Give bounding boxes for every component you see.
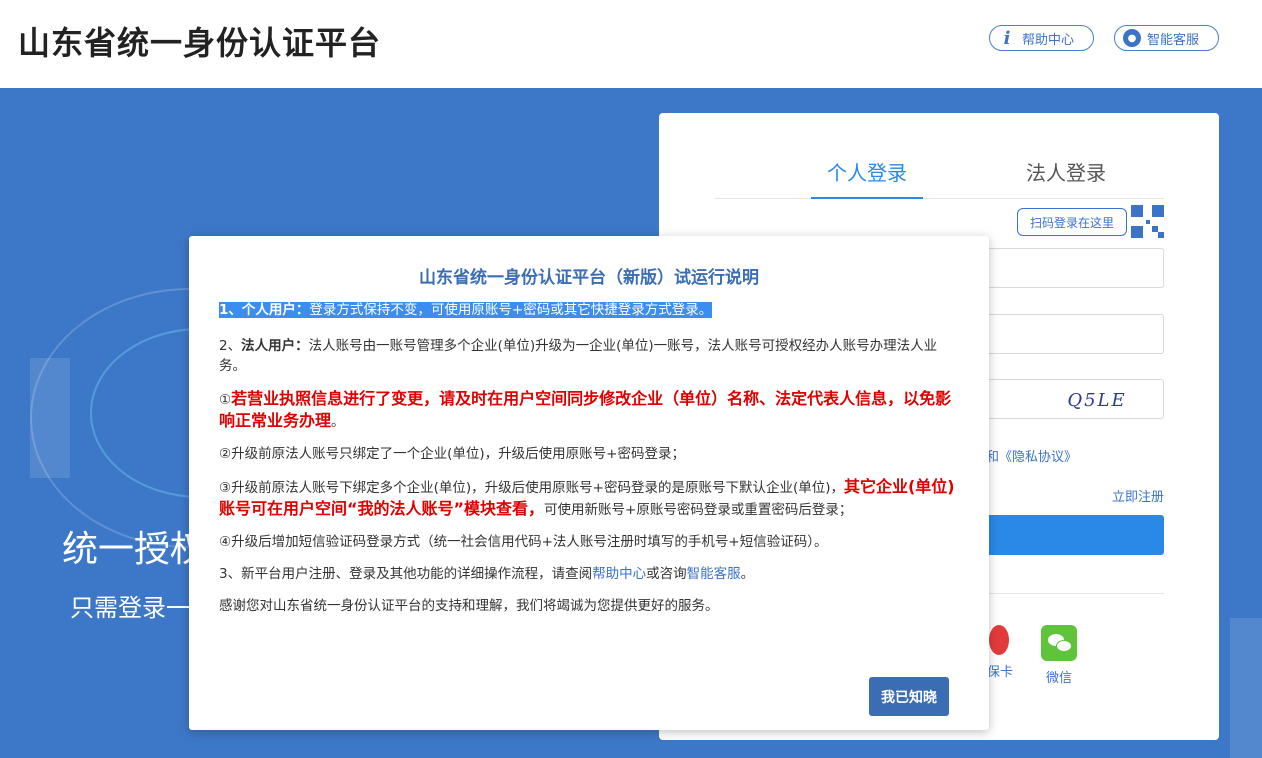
divider (989, 593, 1164, 594)
banner-decoration (30, 358, 70, 478)
social-card-icon (989, 625, 1009, 655)
notice-paragraph: ④升级后增加短信验证码登录方式（统一社会信用代码+法人账号注册时填写的手机号+短… (219, 534, 828, 550)
punctuation: 。 (740, 566, 755, 582)
register-link[interactable]: 立即注册 (1112, 486, 1164, 505)
banner-slogan: 统一授权 (62, 529, 207, 570)
paragraph-number: 2、 (219, 338, 242, 354)
info-icon: i (1003, 27, 1011, 49)
acknowledge-button[interactable]: 我已知晓 (869, 677, 949, 716)
tab-corporate-login[interactable]: 法人登录 (1010, 157, 1122, 199)
help-center-label: 帮助中心 (1022, 32, 1075, 48)
corporate-user-text: 法人账号由一账号管理多个企业(单位)升级为一企业(单位)一账号，法人账号可授权经… (219, 338, 938, 374)
headset-icon: ● (1123, 29, 1141, 47)
wechat-icon (1041, 625, 1077, 661)
login-tabs: 个人登录 法人登录 (714, 143, 1164, 199)
guide-text: 或咨询 (646, 566, 687, 582)
qr-code-icon[interactable] (1131, 205, 1164, 238)
header: 山东省统一身份认证平台 i 帮助中心 ● 智能客服 (0, 0, 1262, 88)
notice-modal: 山东省统一身份认证平台（新版）试运行说明 1、个人用户：登录方式保持不变，可使用… (189, 236, 989, 730)
help-center-button[interactable]: i 帮助中心 (989, 25, 1094, 51)
item-marker: ① (219, 392, 232, 408)
captcha-image[interactable]: Q5LE (1037, 385, 1157, 415)
banner-decoration (1230, 618, 1262, 758)
notice-paragraph: 感谢您对山东省统一身份认证平台的支持和理解，我们将竭诚为您提供更好的服务。 (219, 598, 719, 614)
wechat-label: 微信 (1045, 671, 1072, 686)
smart-service-label: 智能客服 (1147, 32, 1200, 48)
modal-title: 山东省统一身份认证平台（新版）试运行说明 (419, 268, 759, 288)
smart-service-button[interactable]: ● 智能客服 (1114, 25, 1219, 51)
personal-user-text: 登录方式保持不变，可使用原账号+密码或其它快捷登录方式登录。 (309, 302, 713, 318)
notice-paragraph: ②升级前原法人账号只绑定了一个企业(单位)，升级后使用原账号+密码登录； (219, 446, 685, 462)
modal-body: 1、个人用户：登录方式保持不变，可使用原账号+密码或其它快捷登录方式登录。 2、… (219, 300, 959, 628)
wechat-login[interactable]: 微信 (1034, 625, 1084, 686)
personal-user-heading: 1、个人用户： (219, 302, 310, 318)
notice-paragraph: ③升级前原法人账号下绑定多个企业(单位)，升级后使用原账号+密码登录的是原账号下… (219, 476, 959, 520)
privacy-link[interactable]: 和《隐私协议》 (986, 446, 1077, 465)
notice-paragraph: 3、新平台用户注册、登录及其他功能的详细操作流程，请查阅帮助中心或咨询智能客服。 (219, 564, 959, 584)
notice-paragraph: 1、个人用户：登录方式保持不变，可使用原账号+密码或其它快捷登录方式登录。 (219, 300, 959, 320)
banner-subslogan: 只需登录一 (70, 594, 190, 622)
social-card-label: 保卡 (986, 665, 1013, 680)
notice-paragraph: ①若营业执照信息进行了变更，请及时在用户空间同步修改企业（单位）名称、法定代表人… (219, 388, 959, 432)
multi-unit-end: 可使用新账号+原账号密码登录或重置密码后登录； (544, 502, 853, 518)
corporate-user-heading: 法人用户： (241, 338, 309, 354)
punctuation: 。 (331, 414, 345, 430)
guide-text: 3、新平台用户注册、登录及其他功能的详细操作流程，请查阅 (219, 566, 593, 582)
qr-login-tip: 扫码登录在这里 (1017, 208, 1127, 236)
multi-unit-text: ③升级前原法人账号下绑定多个企业(单位)，升级后使用原账号+密码登录的是原账号下… (219, 480, 844, 496)
site-title: 山东省统一身份认证平台 (18, 24, 382, 62)
notice-paragraph: 2、法人用户：法人账号由一账号管理多个企业(单位)升级为一企业(单位)一账号，法… (219, 336, 959, 376)
license-change-warning: 若营业执照信息进行了变更，请及时在用户空间同步修改企业（单位）名称、法定代表人信… (219, 389, 952, 430)
smart-service-link[interactable]: 智能客服 (687, 566, 741, 582)
help-center-link[interactable]: 帮助中心 (592, 566, 646, 582)
tab-personal-login[interactable]: 个人登录 (811, 157, 923, 199)
